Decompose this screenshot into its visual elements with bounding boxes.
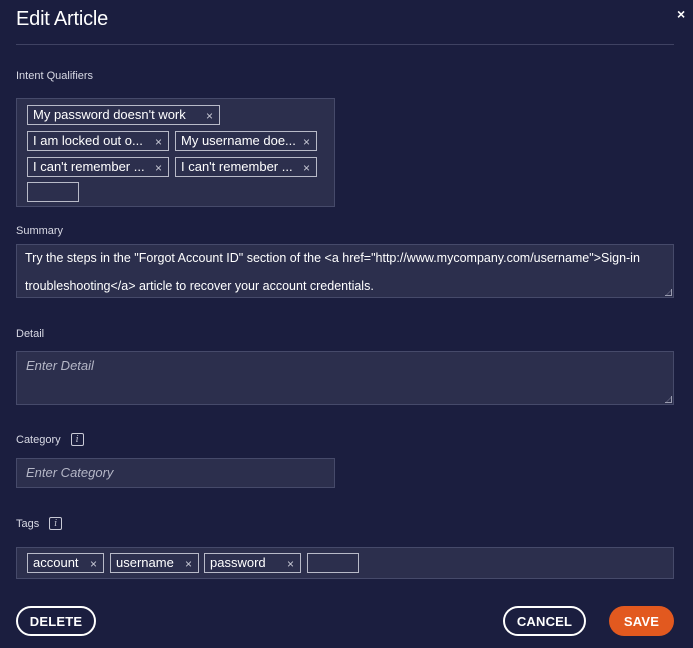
intent-qualifier-chip: I can't remember ... × bbox=[27, 157, 169, 177]
remove-tag-icon[interactable]: × bbox=[287, 557, 294, 571]
dialog-title: Edit Article bbox=[16, 8, 109, 30]
tag-chip: username × bbox=[110, 553, 199, 573]
detail-label-text: Detail bbox=[16, 328, 45, 340]
intent-qualifiers-field[interactable]: My password doesn't work × I am locked o… bbox=[16, 98, 335, 207]
summary-label: Summary bbox=[16, 225, 63, 237]
info-icon[interactable]: i bbox=[49, 517, 63, 530]
category-placeholder: Enter Category bbox=[26, 465, 114, 480]
chip-label: My username doe... bbox=[181, 133, 296, 148]
intent-qualifiers-label: Intent Qualifiers bbox=[16, 70, 93, 82]
intent-qualifier-chip: I can't remember ... × bbox=[175, 157, 317, 177]
cancel-button[interactable]: CANCEL bbox=[503, 606, 586, 636]
tags-label-text: Tags bbox=[16, 517, 40, 530]
intent-qualifier-input[interactable] bbox=[27, 182, 79, 202]
intent-qualifiers-label-text: Intent Qualifiers bbox=[16, 70, 94, 82]
delete-button[interactable]: DELETE bbox=[16, 606, 96, 636]
summary-textarea[interactable]: Try the steps in the "Forgot Account ID"… bbox=[16, 244, 674, 298]
detail-textarea[interactable]: Enter Detail bbox=[16, 351, 674, 405]
detail-placeholder: Enter Detail bbox=[26, 358, 94, 373]
remove-chip-icon[interactable]: × bbox=[206, 109, 213, 123]
chip-label: I can't remember ... bbox=[181, 159, 293, 174]
remove-chip-icon[interactable]: × bbox=[155, 135, 162, 149]
tag-chip: account × bbox=[27, 553, 104, 573]
intent-qualifier-chip: I am locked out o... × bbox=[27, 131, 169, 151]
intent-qualifier-chip: My username doe... × bbox=[175, 131, 317, 151]
remove-chip-icon[interactable]: × bbox=[303, 161, 310, 175]
tag-chip: password × bbox=[204, 553, 301, 573]
chip-label: password bbox=[210, 555, 266, 570]
chip-label: My password doesn't work bbox=[33, 107, 186, 122]
chip-label: I am locked out o... bbox=[33, 133, 143, 148]
remove-tag-icon[interactable]: × bbox=[90, 557, 97, 571]
category-label: Category i bbox=[16, 433, 84, 446]
category-input[interactable]: Enter Category bbox=[16, 458, 335, 488]
chip-label: username bbox=[116, 555, 174, 570]
tags-field[interactable]: account × username × password × bbox=[16, 547, 674, 579]
remove-tag-icon[interactable]: × bbox=[185, 557, 192, 571]
category-label-text: Category bbox=[16, 433, 61, 446]
tags-label: Tags i bbox=[16, 517, 63, 530]
info-icon[interactable]: i bbox=[70, 433, 84, 446]
remove-chip-icon[interactable]: × bbox=[155, 161, 162, 175]
close-icon[interactable]: × bbox=[677, 6, 685, 22]
title-divider bbox=[16, 44, 674, 45]
summary-value: Try the steps in the "Forgot Account ID"… bbox=[25, 251, 640, 293]
chip-label: I can't remember ... bbox=[33, 159, 145, 174]
resize-handle-icon[interactable] bbox=[665, 396, 672, 403]
intent-qualifier-chip: My password doesn't work × bbox=[27, 105, 220, 125]
detail-label: Detail bbox=[16, 328, 44, 340]
resize-handle-icon[interactable] bbox=[665, 289, 672, 296]
tag-input[interactable] bbox=[307, 553, 359, 573]
summary-label-text: Summary bbox=[16, 225, 64, 237]
chip-label: account bbox=[33, 555, 79, 570]
save-button[interactable]: SAVE bbox=[609, 606, 674, 636]
remove-chip-icon[interactable]: × bbox=[303, 135, 310, 149]
